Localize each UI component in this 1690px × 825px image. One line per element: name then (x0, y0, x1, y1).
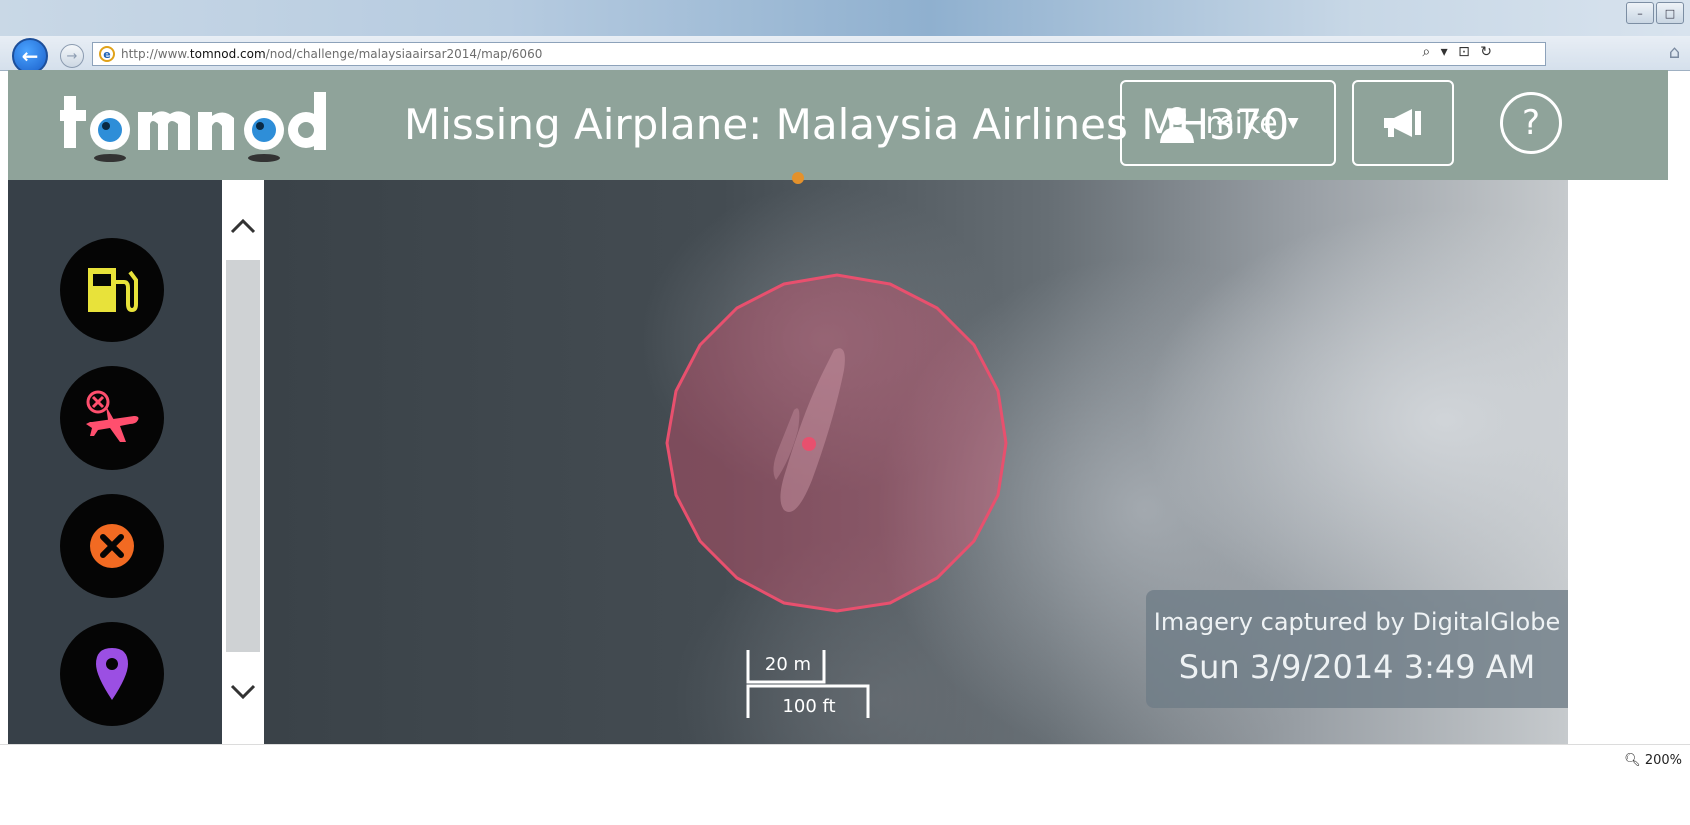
chevron-down-icon[interactable] (228, 676, 258, 706)
tool-oil-slick-button[interactable] (60, 238, 164, 342)
user-menu-button[interactable]: mike ▼ (1120, 80, 1336, 166)
url-input[interactable]: e http://www.tomnod.com/nod/challenge/ma… (92, 42, 1546, 66)
scrollbar-track[interactable] (226, 260, 260, 652)
window-controls: – □ (1626, 2, 1684, 24)
tomnod-logo[interactable] (60, 86, 340, 166)
tool-wreckage-button[interactable] (60, 366, 164, 470)
user-name: mike (1205, 105, 1278, 141)
forward-button[interactable]: → (60, 44, 84, 68)
arrow-right-icon: → (66, 48, 78, 64)
url-path: /nod/challenge/malaysiaairsar2014/map/60… (265, 47, 543, 61)
url-host: tomnod.com (189, 47, 266, 61)
imagery-info-box: Imagery captured by DigitalGlobe Sun 3/9… (1146, 590, 1568, 708)
zoom-level[interactable]: 🔍︎ 200% (1624, 753, 1682, 768)
megaphone-icon (1384, 109, 1421, 137)
ie-page-icon: e (99, 46, 115, 62)
browser-title-bar: – □ (0, 0, 1690, 36)
url-tools-icons[interactable]: ⌕ ▾ ⊡ ↻ (1422, 44, 1495, 60)
zoom-value: 200% (1644, 753, 1682, 768)
scale-metric-label: 20 m (764, 654, 812, 675)
tag-center-point[interactable] (802, 437, 816, 451)
chevron-down-icon: ▼ (1287, 115, 1299, 131)
map-position-marker (792, 172, 804, 184)
maximize-button[interactable]: □ (1656, 2, 1684, 24)
crashed-plane-icon (86, 390, 139, 442)
chevron-up-icon[interactable] (228, 212, 258, 242)
fuel-pump-icon (88, 268, 138, 313)
help-button[interactable]: ? (1500, 92, 1562, 154)
imagery-date: Sun 3/9/2014 3:49 AM (1178, 648, 1536, 686)
x-circle-icon (90, 524, 134, 568)
home-icon[interactable]: ⌂ (1669, 42, 1680, 63)
user-icon (1160, 107, 1195, 143)
arrow-left-icon: ← (21, 44, 39, 68)
back-button[interactable]: ← (12, 38, 48, 74)
question-icon: ? (1521, 103, 1541, 143)
zoom-icon: 🔍︎ (1624, 753, 1641, 768)
tag-tool-panel (8, 180, 222, 744)
tool-other-button[interactable] (60, 494, 164, 598)
minimize-button[interactable]: – (1626, 2, 1654, 24)
url-prefix: http://www. (121, 47, 190, 61)
url-text[interactable]: http://www.tomnod.com/nod/challenge/mala… (121, 47, 542, 61)
tool-marker-button[interactable] (60, 622, 164, 726)
app-header: Missing Airplane: Malaysia Airlines MH37… (8, 70, 1668, 180)
browser-address-bar: ← → e http://www.tomnod.com/nod/challeng… (0, 36, 1690, 74)
map-pin-icon (96, 648, 128, 700)
scale-imperial-label: 100 ft (782, 696, 836, 717)
tag-area-circle[interactable] (665, 273, 1008, 613)
tool-scroll-strip (222, 180, 264, 744)
imagery-credit: Imagery captured by DigitalGlobe (1153, 608, 1561, 636)
announcements-button[interactable] (1352, 80, 1454, 166)
browser-status-bar: 🔍︎ 200% (0, 744, 1690, 825)
